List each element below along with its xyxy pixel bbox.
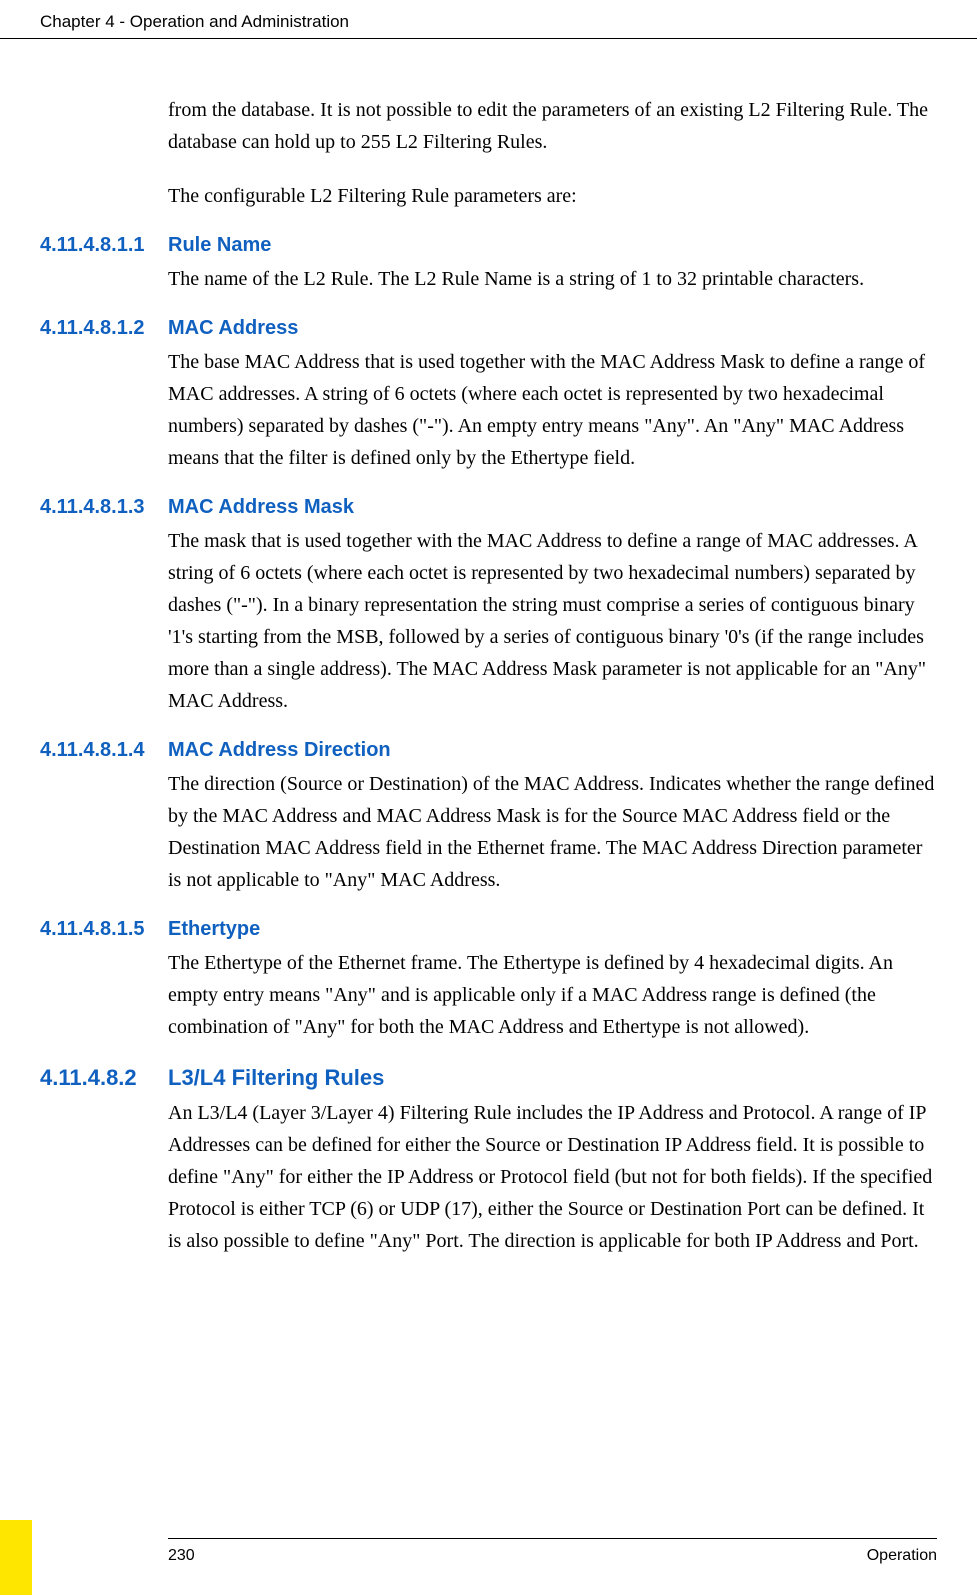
intro-paragraph-1: from the database. It is not possible to…	[168, 94, 937, 158]
footer-label: Operation	[867, 1547, 937, 1565]
section-heading-rule-name: 4.11.4.8.1.1 Rule Name	[40, 234, 937, 257]
section-body-mac-address-direction: The direction (Source or Destination) of…	[168, 768, 937, 896]
section-title: L3/L4 Filtering Rules	[168, 1065, 384, 1091]
section-title: MAC Address Mask	[168, 496, 354, 519]
section-heading-ethertype: 4.11.4.8.1.5 Ethertype	[40, 918, 937, 941]
page-number: 230	[168, 1547, 195, 1565]
section-body-l3l4-filtering-rules: An L3/L4 (Layer 3/Layer 4) Filtering Rul…	[168, 1097, 937, 1257]
section-title: Ethertype	[168, 918, 260, 941]
section-title: Rule Name	[168, 234, 271, 257]
section-title: MAC Address	[168, 317, 298, 340]
footer-row: 230 Operation	[40, 1547, 937, 1565]
page-footer: 230 Operation	[0, 1505, 977, 1595]
section-body-rule-name: The name of the L2 Rule. The L2 Rule Nam…	[168, 263, 937, 295]
footer-rule	[168, 1538, 937, 1539]
section-body-mac-address: The base MAC Address that is used togeth…	[168, 346, 937, 474]
section-number: 4.11.4.8.1.4	[40, 739, 168, 762]
section-body-ethertype: The Ethertype of the Ethernet frame. The…	[168, 947, 937, 1043]
section-heading-mac-address: 4.11.4.8.1.2 MAC Address	[40, 317, 937, 340]
section-number: 4.11.4.8.1.1	[40, 234, 168, 257]
section-number: 4.11.4.8.2	[40, 1065, 168, 1091]
yellow-accent-block	[0, 1520, 32, 1595]
section-heading-mac-address-direction: 4.11.4.8.1.4 MAC Address Direction	[40, 739, 937, 762]
section-body-mac-address-mask: The mask that is used together with the …	[168, 525, 937, 717]
chapter-title: Chapter 4 - Operation and Administration	[40, 12, 349, 31]
page-header: Chapter 4 - Operation and Administration	[0, 0, 977, 39]
intro-paragraph-2: The configurable L2 Filtering Rule param…	[168, 180, 937, 212]
page-content: from the database. It is not possible to…	[0, 94, 977, 1257]
section-heading-l3l4-filtering-rules: 4.11.4.8.2 L3/L4 Filtering Rules	[40, 1065, 937, 1091]
section-title: MAC Address Direction	[168, 739, 391, 762]
footer-inner: 230 Operation	[40, 1538, 937, 1565]
section-heading-mac-address-mask: 4.11.4.8.1.3 MAC Address Mask	[40, 496, 937, 519]
section-number: 4.11.4.8.1.3	[40, 496, 168, 519]
section-number: 4.11.4.8.1.5	[40, 918, 168, 941]
section-number: 4.11.4.8.1.2	[40, 317, 168, 340]
